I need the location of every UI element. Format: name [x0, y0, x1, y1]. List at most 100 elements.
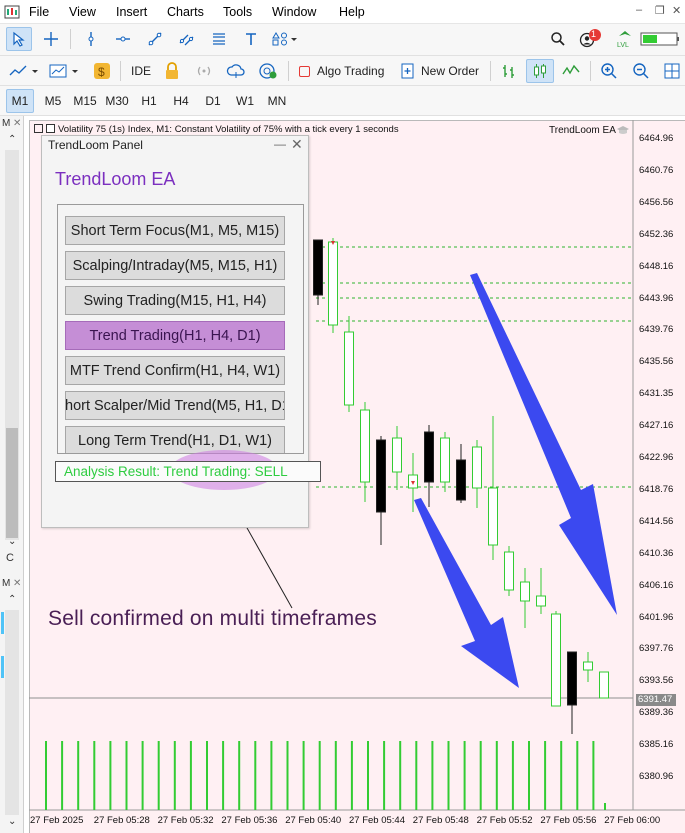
trend-trading-button[interactable]: Trend Trading(H1, H4, D1) [65, 321, 285, 350]
signal-icon[interactable] [192, 59, 216, 83]
menu-file[interactable]: File [29, 5, 49, 19]
minimize-icon[interactable]: – [636, 4, 642, 16]
short-scalper-mid-trend-button[interactable]: Short Scalper/Mid Trend(M5, H1, D1) [65, 391, 285, 420]
zoom-in-icon[interactable] [596, 59, 622, 83]
volume-bar [302, 741, 305, 810]
menu-insert[interactable]: Insert [116, 5, 147, 19]
panel-title: TrendLoom Panel [48, 138, 143, 152]
swing-trading-button[interactable]: Swing Trading(M15, H1, H4) [65, 286, 285, 315]
close-icon[interactable]: ✕ [672, 4, 681, 17]
time-label: 27 Feb 05:28 [93, 815, 150, 826]
side-panel-close-icon[interactable]: ✕ [13, 118, 21, 129]
analysis-prefix: Analysis Result: [64, 464, 164, 479]
price-label: 6397.76 [639, 643, 674, 655]
timeframe-w1[interactable]: W1 [230, 89, 260, 113]
shapes-dropdown-icon[interactable] [268, 27, 302, 51]
notifications-icon[interactable]: 1 [578, 27, 604, 51]
price-label: 6452.36 [639, 228, 674, 240]
ide-button[interactable]: IDE [126, 59, 156, 83]
menu-bar: File View Insert Charts Tools Window Hel… [0, 0, 685, 24]
algo-trading-button[interactable]: Algo Trading [294, 59, 390, 83]
bull-candle [328, 241, 338, 326]
timeframe-h1[interactable]: H1 [134, 89, 164, 113]
ea-cap-icon [617, 126, 629, 134]
scroll-up-icon-2[interactable]: ⌃ [8, 594, 16, 605]
search-icon[interactable] [546, 27, 570, 51]
menu-window[interactable]: Window [272, 5, 316, 19]
timeframe-m1[interactable]: M1 [6, 89, 34, 113]
price-label: 6460.76 [639, 164, 674, 176]
templates-icon[interactable] [46, 59, 82, 83]
volume-bar [125, 741, 128, 810]
short-term-focus-button[interactable]: Short Term Focus(M1, M5, M15) [65, 216, 285, 245]
bear-candle [456, 459, 466, 501]
menu-charts[interactable]: Charts [167, 5, 204, 19]
scroll-down-icon-2[interactable]: ⌄ [8, 816, 16, 827]
volume-bar [447, 741, 450, 810]
menu-help[interactable]: Help [339, 5, 365, 19]
vertical-line-icon[interactable] [78, 27, 104, 51]
lock-icon[interactable] [160, 59, 184, 83]
volume-bar [431, 741, 434, 810]
bull-candle [520, 581, 530, 602]
chart-type-icon[interactable] [6, 59, 42, 83]
chart-menu-icon[interactable] [34, 124, 43, 133]
horizontal-line-icon[interactable] [110, 27, 136, 51]
restore-icon[interactable]: ❐ [655, 4, 665, 17]
price-label: 6401.96 [639, 611, 674, 623]
zoom-out-icon[interactable] [628, 59, 654, 83]
channel-icon[interactable] [174, 27, 200, 51]
volume-bar [254, 741, 257, 810]
time-label: 27 Feb 05:40 [285, 815, 342, 826]
bear-candle [376, 439, 386, 513]
scroll-up-icon[interactable]: ⌃ [8, 134, 16, 145]
price-label: 6464.96 [639, 133, 674, 144]
market-icon[interactable]: $ [90, 59, 114, 83]
line-chart-icon[interactable] [558, 59, 584, 83]
side-tab-label[interactable]: C [6, 552, 14, 564]
menu-tools[interactable]: Tools [223, 5, 252, 19]
cloud-icon[interactable] [224, 59, 248, 83]
mtf-trend-confirm-button[interactable]: MTF Trend Confirm(H1, H4, W1) [65, 356, 285, 385]
side-panel-close-icon-2[interactable]: ✕ [13, 578, 21, 589]
scalping-intraday-button[interactable]: Scalping/Intraday(M5, M15, H1) [65, 251, 285, 280]
side-scrollbar-2[interactable] [5, 610, 19, 815]
analysis-result: Analysis Result: Trend Trading: SELL [55, 461, 321, 482]
new-order-button[interactable]: New Order [396, 59, 484, 83]
timeframe-mn[interactable]: MN [262, 89, 292, 113]
vps-icon[interactable] [256, 59, 280, 83]
timeframe-h4[interactable]: H4 [166, 89, 196, 113]
chart-properties-icon[interactable] [46, 124, 55, 133]
timeframe-d1[interactable]: D1 [198, 89, 228, 113]
price-label: 6406.16 [639, 579, 674, 591]
panel-minimize-icon[interactable]: — [274, 137, 286, 151]
text-tool-icon[interactable] [238, 27, 264, 51]
side-scrollbar-thumb[interactable] [6, 428, 18, 538]
trend-line-icon[interactable] [142, 27, 168, 51]
timeframe-m15[interactable]: M15 [70, 89, 100, 113]
long-term-trend-button[interactable]: Long Term Trend(H1, D1, W1) [65, 426, 285, 453]
volume-bar [576, 741, 579, 810]
analysis-value: Trend Trading: SELL [163, 464, 288, 479]
bull-candle [504, 551, 514, 591]
volume-bar [479, 741, 482, 810]
bull-candle [472, 446, 482, 489]
app-icon[interactable] [4, 4, 20, 20]
scroll-down-icon[interactable]: ⌄ [8, 536, 16, 547]
crosshair-icon[interactable] [38, 27, 64, 51]
annotation-text: Sell confirmed on multi timeframes [48, 607, 377, 630]
candlestick-icon[interactable] [526, 59, 554, 83]
cursor-icon[interactable] [6, 27, 32, 51]
timeframe-m5[interactable]: M5 [38, 89, 68, 113]
volume-bar [528, 741, 530, 810]
volume-bar [93, 741, 96, 810]
bar-chart-icon[interactable] [496, 59, 522, 83]
price-label: 6380.96 [639, 771, 674, 782]
menu-view[interactable]: View [69, 5, 96, 19]
volume-bar [238, 741, 241, 810]
panel-close-icon[interactable]: ✕ [291, 136, 303, 153]
timeframe-m30[interactable]: M30 [102, 89, 132, 113]
price-label: 6389.36 [639, 707, 674, 719]
tile-windows-icon[interactable] [660, 59, 684, 83]
fibonacci-icon[interactable] [206, 27, 232, 51]
